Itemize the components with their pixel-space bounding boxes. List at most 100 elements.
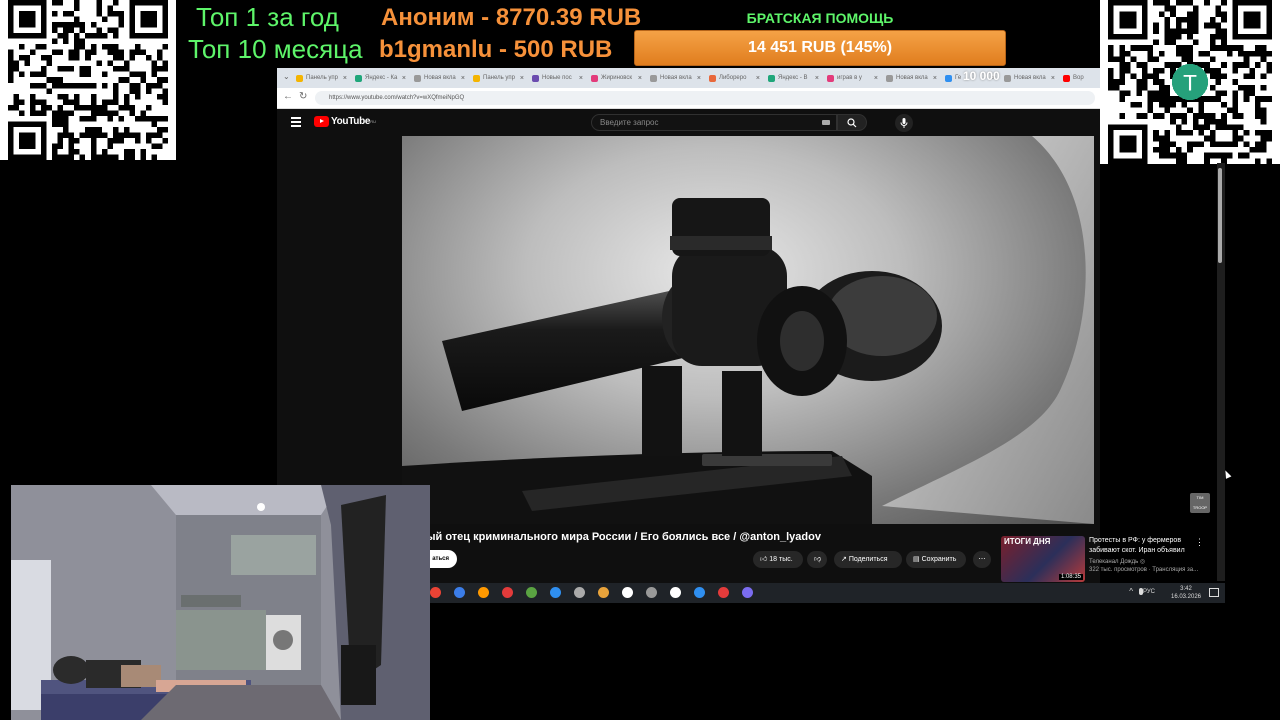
taskbar-app-icon[interactable] — [454, 587, 465, 598]
tab-close-icon[interactable]: × — [815, 75, 819, 82]
browser-tab[interactable]: играв в у × — [823, 70, 881, 86]
mic-icon — [900, 118, 908, 128]
tab-label: Новые пос — [542, 75, 572, 81]
language-indicator[interactable]: РУС — [1143, 589, 1155, 595]
browser-tab[interactable]: Яндекс - В × — [764, 70, 822, 86]
related-video-item[interactable]: ИТОГИ ДНЯ 1:08:35 Протесты в РФ: у ферме… — [1001, 536, 1216, 582]
tab-label: Вор — [1073, 75, 1084, 81]
save-button[interactable]: ▤ Сохранить — [906, 551, 966, 568]
tab-favicon-icon — [886, 74, 893, 82]
keyboard-icon[interactable] — [822, 120, 830, 125]
related-duration: 1:08:35 — [1058, 574, 1083, 580]
tab-search-icon[interactable]: ⌄ — [283, 72, 290, 81]
browser-tab[interactable]: Яндекс - Ка × — [351, 70, 409, 86]
reload-icon[interactable]: ↻ — [299, 91, 307, 102]
tab-close-icon[interactable]: × — [461, 75, 465, 82]
browser-tab[interactable]: Жириновск × — [587, 70, 645, 86]
taskbar-app-icon[interactable] — [742, 587, 753, 598]
top-donation-year: Аноним - 8770.39 RUB — [381, 4, 642, 31]
browser-tab[interactable]: Новая вкла × — [882, 70, 940, 86]
tab-close-icon[interactable]: × — [343, 75, 347, 82]
browser-tab[interactable]: Новая вкла × — [646, 70, 704, 86]
tab-close-icon[interactable]: × — [1051, 75, 1055, 82]
tab-favicon-icon — [709, 74, 716, 82]
tab-close-icon[interactable]: × — [402, 75, 406, 82]
save-icon: ▤ — [913, 556, 920, 563]
taskbar-app-icon[interactable] — [502, 587, 513, 598]
tab-close-icon[interactable]: × — [874, 75, 878, 82]
taskbar-app-icon[interactable] — [646, 587, 657, 598]
tab-close-icon[interactable]: × — [933, 75, 937, 82]
tab-counter-overlay: 10 000 — [963, 69, 1000, 83]
tab-close-icon[interactable]: × — [520, 75, 524, 82]
tab-label: Новая вкла — [1014, 75, 1046, 81]
browser-tab[interactable]: Панель упр × — [292, 70, 350, 86]
taskbar-app-icon[interactable] — [526, 587, 537, 598]
tray-chevron-icon[interactable]: ^ — [1129, 587, 1133, 596]
tab-close-icon[interactable]: × — [579, 75, 583, 82]
share-icon: ↗ — [841, 556, 847, 563]
thumbs-up-icon: 👍︎ — [760, 556, 768, 563]
taskbar-app-icon[interactable] — [670, 587, 681, 598]
browser-tab[interactable]: Новые пос × — [528, 70, 586, 86]
taskbar-app-icon[interactable] — [478, 587, 489, 598]
browser-tab[interactable]: Либореро × — [705, 70, 763, 86]
tab-favicon-icon — [945, 74, 952, 82]
tab-label: Яндекс - В — [778, 75, 808, 81]
tab-label: Новая вкла — [660, 75, 692, 81]
donation-goal-bar: 14 451 RUB (145%) — [634, 30, 1006, 66]
browser-tab[interactable]: Новая вкла × — [410, 70, 468, 86]
video-player[interactable] — [402, 136, 1094, 524]
tab-label: Новая вкла — [896, 75, 928, 81]
tab-favicon-icon — [532, 74, 539, 82]
related-video-thumbnail[interactable]: ИТОГИ ДНЯ 1:08:35 — [1001, 536, 1085, 582]
video-title: естный отец криминального мира России / … — [402, 531, 821, 543]
save-label: Сохранить — [921, 556, 957, 563]
tab-close-icon[interactable]: × — [638, 75, 642, 82]
taskbar-app-icon[interactable] — [718, 587, 729, 598]
more-actions-button[interactable]: ⋯ — [973, 551, 991, 568]
tab-favicon-icon — [355, 74, 362, 82]
tab-label: Жириновск — [601, 75, 632, 81]
share-button[interactable]: ↗ Поделиться — [834, 551, 902, 568]
tab-close-icon[interactable]: × — [756, 75, 760, 82]
channel-watermark-badge[interactable]: TIM TROOP — [1190, 493, 1210, 513]
search-button[interactable] — [837, 114, 867, 131]
browser-tab[interactable]: Панель упр × — [469, 70, 527, 86]
youtube-logo[interactable]: YouTube RU — [314, 116, 376, 127]
tab-favicon-icon — [473, 74, 480, 82]
youtube-header: YouTube RU Введите запрос — [277, 109, 1100, 136]
donation-qr-code-left — [0, 0, 176, 160]
browser-tab[interactable]: Новая вкла × — [1000, 70, 1058, 86]
tab-close-icon[interactable]: × — [697, 75, 701, 82]
taskbar-app-icon[interactable] — [430, 587, 441, 598]
taskbar-app-icon[interactable] — [550, 587, 561, 598]
tab-label: играв в у — [837, 75, 862, 81]
donation-goal-title: БРАТСКАЯ ПОМОЩЬ — [746, 10, 894, 26]
related-more-icon[interactable]: ⋮ — [1195, 537, 1204, 548]
clock[interactable]: 3:42 16.03.2026 — [1167, 585, 1205, 601]
top-year-label: Топ 1 за год — [196, 2, 339, 32]
url-input[interactable]: https://www.youtube.com/watch?v=wXQfmeiN… — [315, 91, 1095, 105]
tab-favicon-icon — [1004, 74, 1011, 82]
taskbar-app-icon[interactable] — [694, 587, 705, 598]
menu-icon[interactable] — [291, 117, 301, 129]
related-channel-name[interactable]: Телеканал Дождь ◎ — [1089, 558, 1145, 565]
voice-search-button[interactable] — [895, 114, 913, 132]
taskbar-app-icon[interactable] — [622, 587, 633, 598]
taskbar-app-icon[interactable] — [598, 587, 609, 598]
scrollbar-thumb[interactable] — [1218, 168, 1222, 263]
like-button[interactable]: 👍︎ 18 тыс. — [753, 551, 803, 568]
back-icon[interactable]: ← — [283, 91, 293, 102]
search-input[interactable]: Введите запрос — [591, 114, 837, 131]
webcam-feed — [11, 485, 430, 720]
notification-icon[interactable] — [1209, 588, 1219, 597]
thumbs-down-icon: 👎︎ — [814, 556, 822, 563]
dislike-button[interactable]: 👎︎ — [807, 551, 827, 568]
taskbar-app-icon[interactable] — [574, 587, 585, 598]
like-count: 18 тыс. — [769, 556, 793, 563]
browser-tab[interactable]: Вор× — [1059, 70, 1100, 86]
related-video-title[interactable]: Протесты в РФ: у фермеров забивают скот.… — [1089, 536, 1201, 556]
search-icon — [847, 118, 857, 128]
tab-label: Новая вкла — [424, 75, 456, 81]
